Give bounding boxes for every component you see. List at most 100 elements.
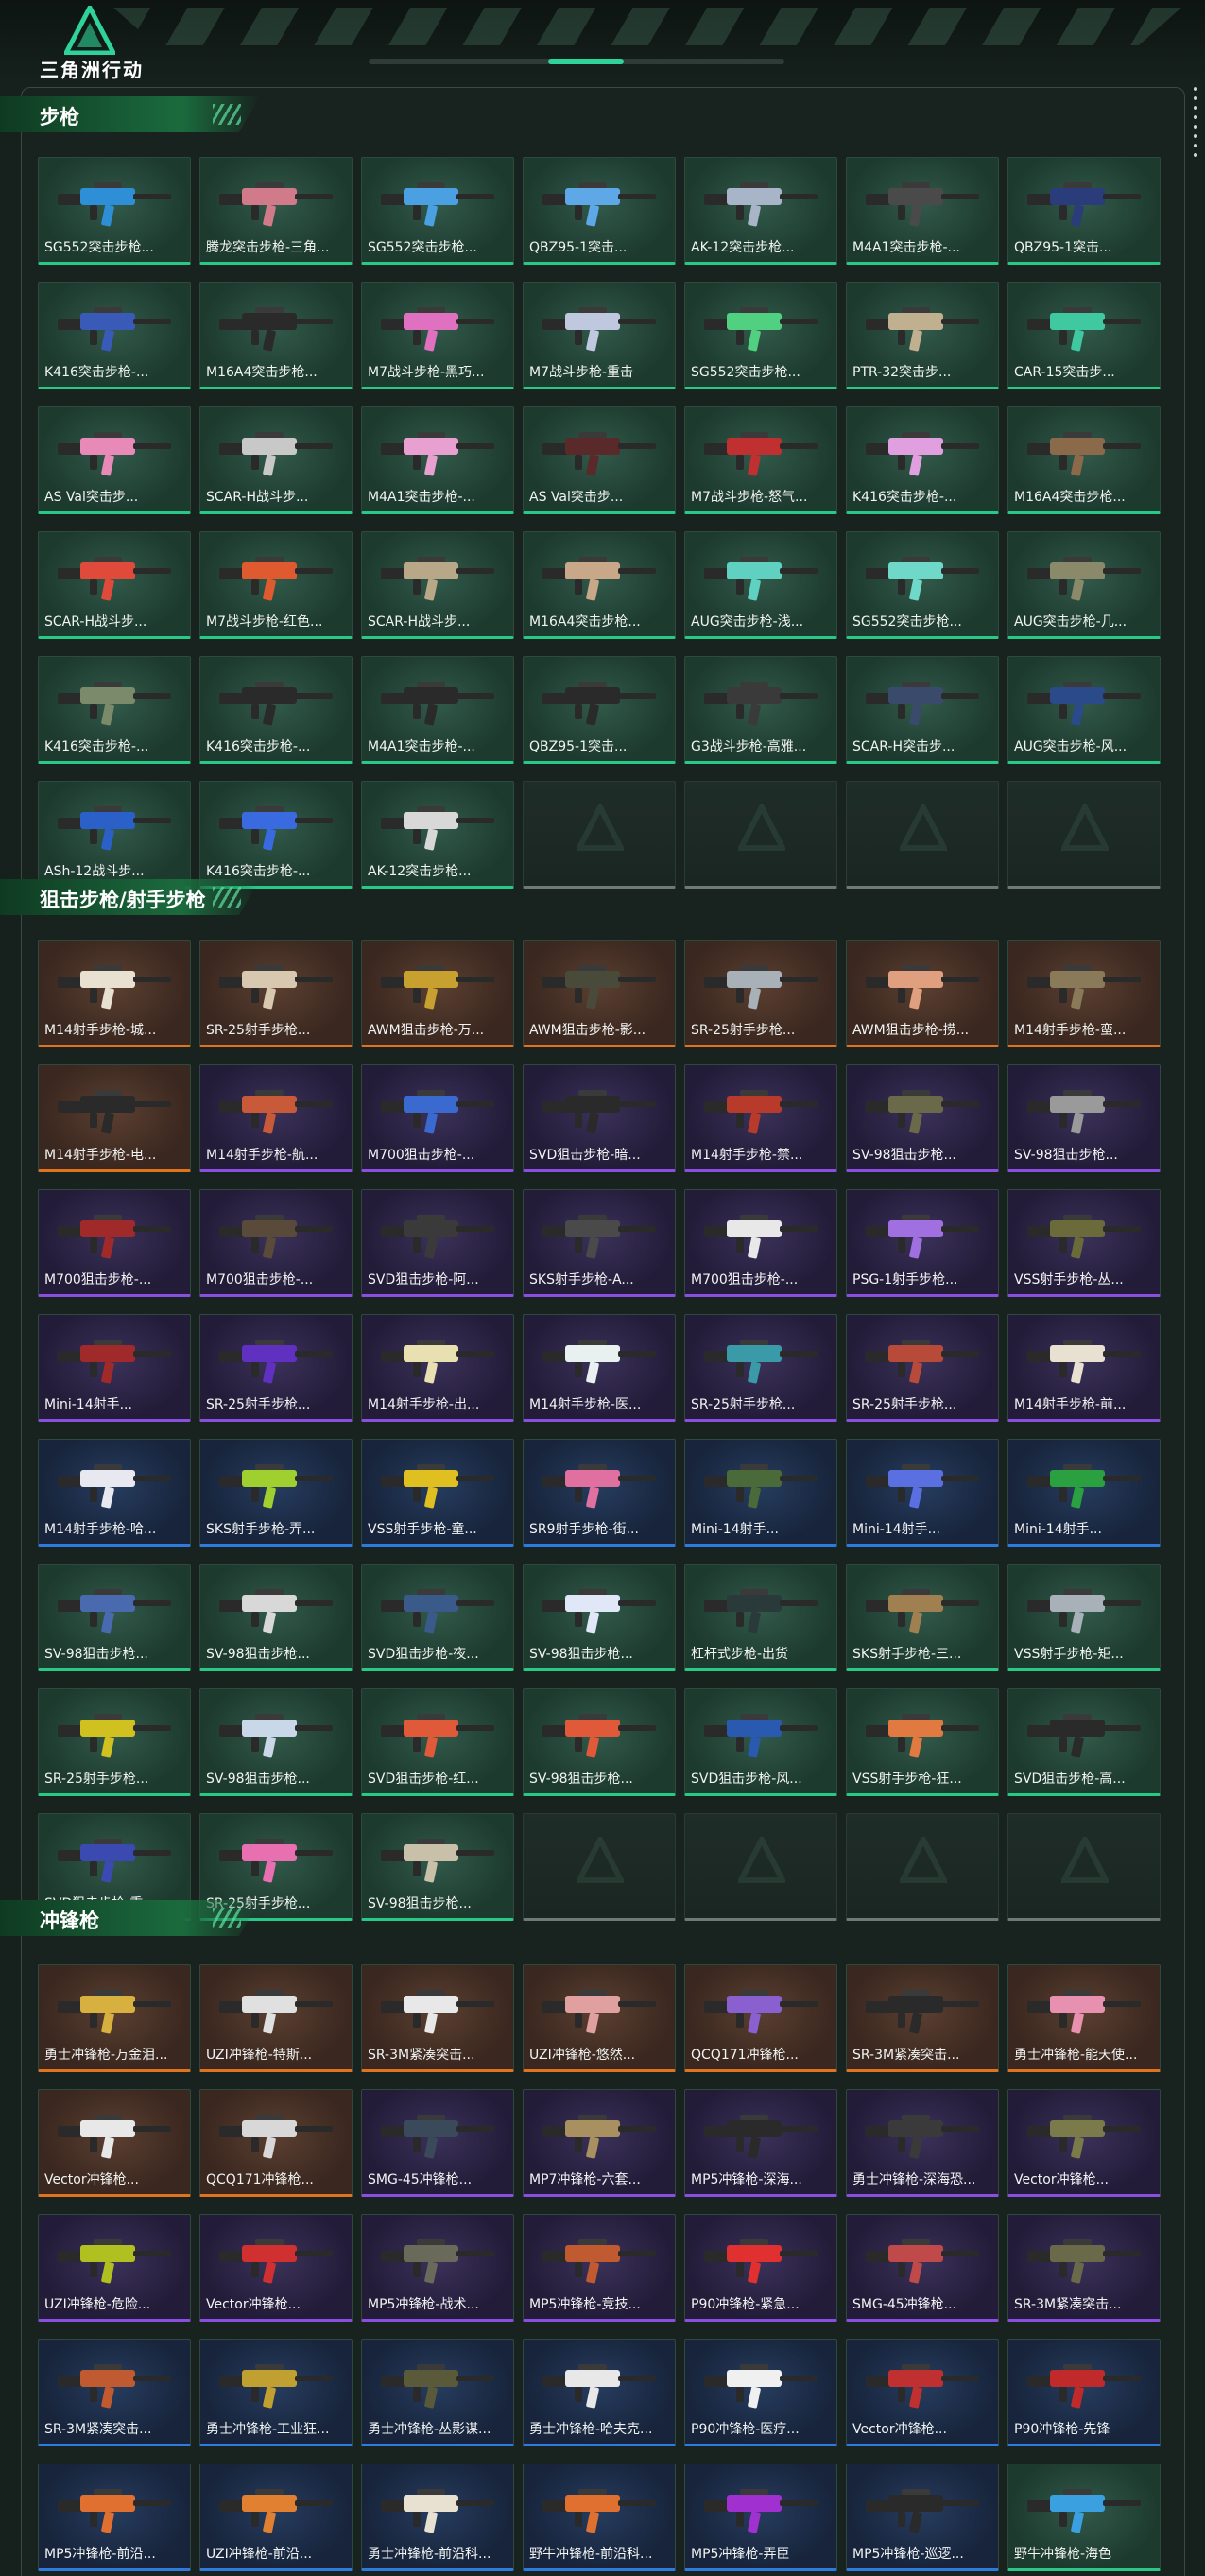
weapon-skin-card[interactable]: SG552突击步枪...	[361, 157, 514, 265]
weapon-skin-card[interactable]: Mini-14射手...	[846, 1439, 999, 1547]
weapon-skin-card[interactable]: 勇士冲锋枪-哈夫克...	[523, 2339, 676, 2446]
weapon-skin-card[interactable]: M16A4突击步枪...	[199, 282, 353, 389]
weapon-skin-card[interactable]: SKS射手步枪-三...	[846, 1564, 999, 1671]
weapon-skin-card[interactable]: M14射手步枪-哈...	[38, 1439, 191, 1547]
weapon-skin-card[interactable]: M16A4突击步枪...	[523, 531, 676, 639]
weapon-skin-card[interactable]: M14射手步枪-医...	[523, 1314, 676, 1422]
weapon-skin-card[interactable]: MP5冲锋枪-巡逻...	[846, 2464, 999, 2571]
weapon-skin-card[interactable]: SR-3M紧凑突击...	[361, 1964, 514, 2072]
weapon-skin-card[interactable]: M7战斗步枪-重击	[523, 282, 676, 389]
weapon-skin-card[interactable]: 野牛冲锋枪-前沿科...	[523, 2464, 676, 2571]
weapon-skin-card[interactable]: SR-25射手步枪...	[846, 1314, 999, 1422]
weapon-skin-card[interactable]: AK-12突击步枪...	[361, 781, 514, 889]
weapon-skin-card[interactable]: Vector冲锋枪...	[1007, 2089, 1161, 2197]
weapon-skin-card[interactable]: UZI冲锋枪-危险...	[38, 2214, 191, 2322]
weapon-skin-card[interactable]: M7战斗步枪-怒气...	[684, 406, 837, 514]
weapon-skin-card[interactable]: VSS射手步枪-童...	[361, 1439, 514, 1547]
weapon-skin-card[interactable]: SVD狙击步枪-夜...	[361, 1564, 514, 1671]
weapon-skin-card[interactable]: SMG-45冲锋枪...	[361, 2089, 514, 2197]
weapon-skin-card[interactable]: P90冲锋枪-紧急...	[684, 2214, 837, 2322]
weapon-skin-card[interactable]: 勇士冲锋枪-万金泪...	[38, 1964, 191, 2072]
weapon-skin-card[interactable]: 勇士冲锋枪-前沿科...	[361, 2464, 514, 2571]
weapon-skin-card[interactable]: AWM狙击步枪-影...	[523, 940, 676, 1047]
weapon-skin-card[interactable]: M14射手步枪-蛮...	[1007, 940, 1161, 1047]
weapon-skin-card[interactable]: SVD狙击步枪-红...	[361, 1688, 514, 1796]
weapon-skin-card[interactable]: SR-25射手步枪...	[199, 940, 353, 1047]
weapon-skin-card[interactable]: M14射手步枪-禁...	[684, 1064, 837, 1172]
weapon-skin-card[interactable]: SCAR-H战斗步...	[199, 406, 353, 514]
weapon-skin-card[interactable]: M4A1突击步枪-...	[361, 406, 514, 514]
weapon-skin-card[interactable]: UZI冲锋枪-前沿...	[199, 2464, 353, 2571]
weapon-skin-card[interactable]: M14射手步枪-前...	[1007, 1314, 1161, 1422]
weapon-skin-card[interactable]: M4A1突击步枪-...	[846, 157, 999, 265]
weapon-skin-card[interactable]: SR-25射手步枪...	[684, 940, 837, 1047]
weapon-skin-card[interactable]: VSS射手步枪-丛...	[1007, 1189, 1161, 1297]
weapon-skin-card[interactable]: M7战斗步枪-黑巧...	[361, 282, 514, 389]
weapon-skin-card[interactable]: 勇士冲锋枪-能天使...	[1007, 1964, 1161, 2072]
weapon-skin-card[interactable]: AS Val突击步...	[523, 406, 676, 514]
weapon-skin-card[interactable]: Mini-14射手...	[38, 1314, 191, 1422]
weapon-skin-card[interactable]: SCAR-H突击步...	[846, 656, 999, 764]
weapon-skin-card[interactable]: AUG突击步枪-风...	[1007, 656, 1161, 764]
weapon-skin-card[interactable]: SKS射手步枪-A...	[523, 1189, 676, 1297]
weapon-skin-card[interactable]: SV-98狙击步枪...	[199, 1564, 353, 1671]
weapon-skin-card[interactable]: Vector冲锋枪...	[846, 2339, 999, 2446]
weapon-skin-card[interactable]: SV-98狙击步枪...	[846, 1064, 999, 1172]
weapon-skin-card[interactable]: SVD狙击步枪-暗...	[523, 1064, 676, 1172]
weapon-skin-card[interactable]: QCQ171冲锋枪...	[684, 1964, 837, 2072]
weapon-skin-card[interactable]: 勇士冲锋枪-丛影谋...	[361, 2339, 514, 2446]
weapon-skin-card[interactable]: MP5冲锋枪-前沿...	[38, 2464, 191, 2571]
weapon-skin-card[interactable]: 野牛冲锋枪-海色	[1007, 2464, 1161, 2571]
weapon-skin-card[interactable]: MP5冲锋枪-深海...	[684, 2089, 837, 2197]
weapon-skin-card[interactable]: M700狙击步枪-...	[38, 1189, 191, 1297]
weapon-skin-card[interactable]: Mini-14射手...	[1007, 1439, 1161, 1547]
weapon-skin-card[interactable]: PTR-32突击步...	[846, 282, 999, 389]
weapon-skin-card[interactable]: K416突击步枪-...	[38, 282, 191, 389]
weapon-skin-card[interactable]: AWM狙击步枪-万...	[361, 940, 514, 1047]
weapon-skin-card[interactable]: Mini-14射手...	[684, 1439, 837, 1547]
weapon-skin-card[interactable]: K416突击步枪-...	[199, 656, 353, 764]
weapon-skin-card[interactable]: SG552突击步枪...	[684, 282, 837, 389]
weapon-skin-card[interactable]: MP7冲锋枪-六套...	[523, 2089, 676, 2197]
weapon-skin-card[interactable]: SV-98狙击步枪...	[38, 1564, 191, 1671]
weapon-skin-card[interactable]: SR-25射手步枪...	[38, 1688, 191, 1796]
weapon-skin-card[interactable]: MP5冲锋枪-战术...	[361, 2214, 514, 2322]
weapon-skin-card[interactable]: M14射手步枪-航...	[199, 1064, 353, 1172]
weapon-skin-card[interactable]: AUG突击步枪-浅...	[684, 531, 837, 639]
weapon-skin-card[interactable]: M700狙击步枪-...	[684, 1189, 837, 1297]
weapon-skin-card[interactable]: M14射手步枪-出...	[361, 1314, 514, 1422]
weapon-skin-card[interactable]: SR-3M紧凑突击...	[846, 1964, 999, 2072]
weapon-skin-card[interactable]: SCAR-H战斗步...	[361, 531, 514, 639]
weapon-skin-card[interactable]: P90冲锋枪-医疗...	[684, 2339, 837, 2446]
weapon-skin-card[interactable]: SVD狙击步枪-高...	[1007, 1688, 1161, 1796]
weapon-skin-card[interactable]: M700狙击步枪-...	[199, 1189, 353, 1297]
weapon-skin-card[interactable]: K416突击步枪-...	[199, 781, 353, 889]
weapon-skin-card[interactable]: VSS射手步枪-矩...	[1007, 1564, 1161, 1671]
weapon-skin-card[interactable]: SVD狙击步枪-阿...	[361, 1189, 514, 1297]
weapon-skin-card[interactable]: SV-98狙击步枪...	[199, 1688, 353, 1796]
weapon-skin-card[interactable]: UZI冲锋枪-特斯...	[199, 1964, 353, 2072]
weapon-skin-card[interactable]: AUG突击步枪-几...	[1007, 531, 1161, 639]
weapon-skin-card[interactable]: 腾龙突击步枪-三角...	[199, 157, 353, 265]
weapon-skin-card[interactable]: SR-25射手步枪...	[684, 1314, 837, 1422]
weapon-skin-card[interactable]: SR9射手步枪-街...	[523, 1439, 676, 1547]
weapon-skin-card[interactable]: SMG-45冲锋枪...	[846, 2214, 999, 2322]
weapon-skin-card[interactable]: SR-25射手步枪...	[199, 1314, 353, 1422]
weapon-skin-card[interactable]: SV-98狙击步枪...	[523, 1564, 676, 1671]
weapon-skin-card[interactable]: QBZ95-1突击...	[523, 656, 676, 764]
weapon-skin-card[interactable]: Vector冲锋枪...	[199, 2214, 353, 2322]
weapon-skin-card[interactable]: K416突击步枪-...	[38, 656, 191, 764]
weapon-skin-card[interactable]: AWM狙击步枪-捞...	[846, 940, 999, 1047]
scroll-indicator[interactable]	[1194, 87, 1199, 163]
weapon-skin-card[interactable]: P90冲锋枪-先锋	[1007, 2339, 1161, 2446]
weapon-skin-card[interactable]: M7战斗步枪-红色...	[199, 531, 353, 639]
weapon-skin-card[interactable]: SV-98狙击步枪...	[361, 1813, 514, 1921]
weapon-skin-card[interactable]: 杠杆式步枪-出货	[684, 1564, 837, 1671]
weapon-skin-card[interactable]: M14射手步枪-电...	[38, 1064, 191, 1172]
weapon-skin-card[interactable]: PSG-1射手步枪...	[846, 1189, 999, 1297]
weapon-skin-card[interactable]: M16A4突击步枪...	[1007, 406, 1161, 514]
weapon-skin-card[interactable]: M14射手步枪-城...	[38, 940, 191, 1047]
weapon-skin-card[interactable]: SVD狙击步枪-风...	[684, 1688, 837, 1796]
weapon-skin-card[interactable]: SKS射手步枪-弄...	[199, 1439, 353, 1547]
weapon-skin-card[interactable]: G3战斗步枪-高雅...	[684, 656, 837, 764]
